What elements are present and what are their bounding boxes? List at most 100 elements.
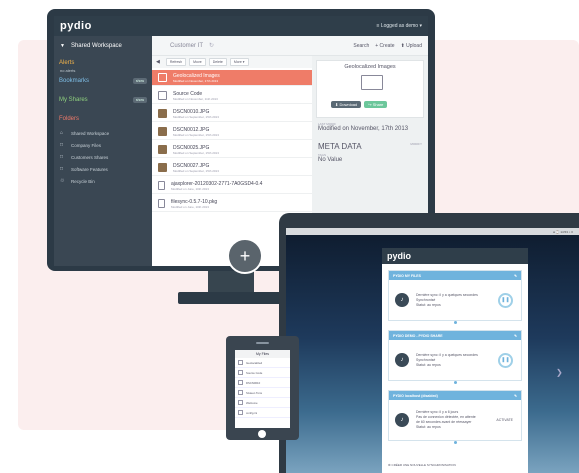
sidebar-folder-item[interactable]: □ Customers Shares — [54, 151, 152, 163]
folder-label: Customers Shares — [71, 154, 109, 160]
phone-file-row[interactable]: Sixteen Tons — [235, 388, 290, 398]
file-modified: Modified on November, 17th 2013 — [173, 78, 219, 83]
sync-status-line: Statut: au repos — [416, 302, 441, 307]
share-button[interactable]: ↪ Share — [364, 101, 388, 108]
toolbar-button[interactable]: Refresh — [165, 58, 187, 66]
new-sync-link[interactable]: ⚙ CRÉER UNE NOUVELLE SYNCHRONISATION — [388, 463, 456, 467]
sync-task-body: ♪ Dernière sync: il y a 6 jours Pas de con… — [389, 400, 521, 440]
edit-icon[interactable]: ✎ — [514, 334, 517, 338]
phone-file-list: Geolocalized Source Code DSCN0010 Sixteen T… — [235, 358, 290, 418]
phone-file-row[interactable]: Geolocalized — [235, 358, 290, 368]
bell-icon: ♪ — [395, 413, 409, 427]
sidebar-alerts[interactable]: Alerts — [54, 56, 152, 67]
phone-file-row[interactable]: Welcome — [235, 398, 290, 408]
file-icon — [238, 360, 243, 365]
folder-icon — [158, 73, 167, 82]
phone-file-row[interactable]: DSCN0010 — [235, 378, 290, 388]
search-button[interactable]: Search — [353, 43, 369, 49]
toolbar-button[interactable]: Delete — [208, 58, 227, 66]
file-row[interactable]: ajaxplorer-20120302-2771-7A0GSD4-0.4 Modi… — [152, 178, 312, 194]
workspace-selector[interactable]: ▼ Shared Workspace — [54, 35, 152, 56]
phone-file-name: config.ini — [246, 410, 258, 415]
sidebar-folder-item[interactable]: □ Company Files — [54, 139, 152, 151]
sync-status-line: Statut: au repos — [416, 362, 441, 367]
sync-status-line: Dernière sync: il y a quelques secondes — [416, 352, 478, 357]
plus-icon[interactable]: + — [227, 238, 263, 274]
file-row[interactable]: DSCN0025.JPG Modified on September, 15th … — [152, 142, 312, 158]
sidebar-folders: Folders — [59, 116, 80, 122]
trash-icon: ♲ — [60, 178, 65, 184]
sync-task: PYDIO localhost (disabled) ✎ ♪ Dernière syn… — [388, 390, 522, 441]
sync-task-header: PYDIO localhost (disabled) ✎ — [389, 391, 521, 400]
file-icon — [158, 199, 165, 208]
meta-edit-link[interactable]: MODIFY — [410, 142, 422, 151]
file-icon — [238, 410, 243, 415]
sidebar-bookmarks[interactable]: Bookmarks show — [54, 74, 152, 85]
toolbar-button[interactable]: Move — [189, 58, 206, 66]
user-menu[interactable]: ≡ Logged as demo ▾ — [377, 23, 422, 29]
sidebar: Alerts no alerts Bookmarks show My Shares… — [54, 56, 152, 266]
folder-icon: □ — [60, 154, 64, 160]
file-modified: Modified on September, 15th 2013 — [173, 168, 219, 173]
folder-label: Company Files — [71, 142, 102, 148]
status-dot — [453, 441, 457, 444]
pause-icon[interactable]: ❚❚ — [498, 292, 513, 308]
shares-badge[interactable]: show — [132, 97, 147, 103]
laptop: ● ⌚ 14:53 ⌕ ≡ pydio PYDIO MY FILES ✎ ♪ Dern… — [279, 213, 579, 473]
folder-label: Shared Workspace — [71, 130, 110, 136]
file-row[interactable]: DSCN0010.JPG Modified on September, 15th … — [152, 106, 312, 122]
folder-label: Recycle Bin — [71, 178, 95, 184]
edit-icon[interactable]: ✎ — [514, 394, 517, 398]
meta-header: META DATA MODIFY — [318, 142, 422, 151]
file-row[interactable]: filesync-0.5.7-10.pkg Modified on June, 1… — [152, 196, 312, 212]
alerts-empty: no alerts — [60, 68, 76, 73]
sync-task-title: PYDIO MY FILES — [393, 273, 421, 278]
monitor-base — [178, 292, 282, 304]
bookmarks-badge[interactable]: show — [132, 78, 147, 84]
workspace-label: Shared Workspace — [70, 42, 122, 49]
sync-app-logo: pydio — [382, 248, 528, 264]
chevron-right-icon[interactable]: ❯ — [556, 368, 563, 377]
file-modified: Modified on June, 10th 2013 — [171, 186, 209, 191]
sidebar-folder-item[interactable]: ♲ Recycle Bin — [54, 175, 152, 187]
top-bar: pydio ≡ Logged as demo ▾ — [54, 16, 428, 36]
upload-button[interactable]: ⬆ Upload — [401, 43, 422, 49]
file-modified: Modified on September, 15th 2013 — [173, 114, 219, 119]
file-icon — [238, 390, 243, 395]
file-row[interactable]: DSCN0027.JPG Modified on September, 15th … — [152, 160, 312, 176]
file-icon — [238, 380, 243, 385]
download-button[interactable]: ⬇ Download — [331, 101, 362, 108]
sync-task-header: PYDIO MY FILES ✎ — [389, 271, 521, 280]
file-row[interactable]: Geolocalized Images Modified on November,… — [152, 70, 312, 86]
phone-file-row[interactable]: config.ini — [235, 408, 290, 418]
toolbar-button[interactable]: More ▾ — [229, 58, 249, 66]
pause-icon[interactable]: ❚❚ — [498, 352, 513, 368]
file-row[interactable]: Source Code Modified on November, 11th 20… — [152, 88, 312, 104]
status-dot — [453, 321, 457, 324]
laptop-screen: ● ⌚ 14:53 ⌕ ≡ pydio PYDIO MY FILES ✎ ♪ Dern… — [286, 228, 579, 473]
sidebar-folder-item[interactable]: ⌂ Shared Workspace — [54, 127, 152, 139]
file-toolbar: ◀ Refresh Move Delete More ▾ — [152, 56, 312, 68]
workspace-bar: ▼ Shared Workspace Customer IT ↻ Search +… — [54, 35, 428, 56]
pydio-logo: pydio — [60, 20, 92, 32]
breadcrumb[interactable]: Customer IT — [170, 43, 203, 49]
sync-status-line: Statut: au repos — [416, 425, 441, 429]
details-title: Geolocalized Images — [344, 64, 396, 70]
file-icon — [238, 400, 243, 405]
chevron-down-icon: ▼ — [60, 42, 65, 49]
file-row[interactable]: DSCN0012.JPG Modified on September, 15th … — [152, 124, 312, 140]
image-thumbnail — [158, 145, 167, 154]
sidebar-folder-item[interactable]: □ Software Features — [54, 163, 152, 175]
activate-link[interactable]: ACTIVATE — [496, 418, 513, 422]
sidebar-shares[interactable]: My Shares show — [54, 93, 152, 104]
back-icon[interactable]: ◀ — [156, 59, 160, 65]
phone-file-row[interactable]: Source Code — [235, 368, 290, 378]
file-modified: Modified on September, 15th 2013 — [173, 132, 219, 137]
refresh-icon[interactable]: ↻ — [209, 42, 214, 49]
file-modified: Modified on June, 10th 2013 — [171, 204, 209, 209]
home-button[interactable] — [258, 430, 266, 438]
phone-title: My Files — [235, 350, 290, 358]
create-button[interactable]: + Create — [375, 43, 394, 49]
file-icon — [238, 370, 243, 375]
edit-icon[interactable]: ✎ — [514, 274, 517, 278]
